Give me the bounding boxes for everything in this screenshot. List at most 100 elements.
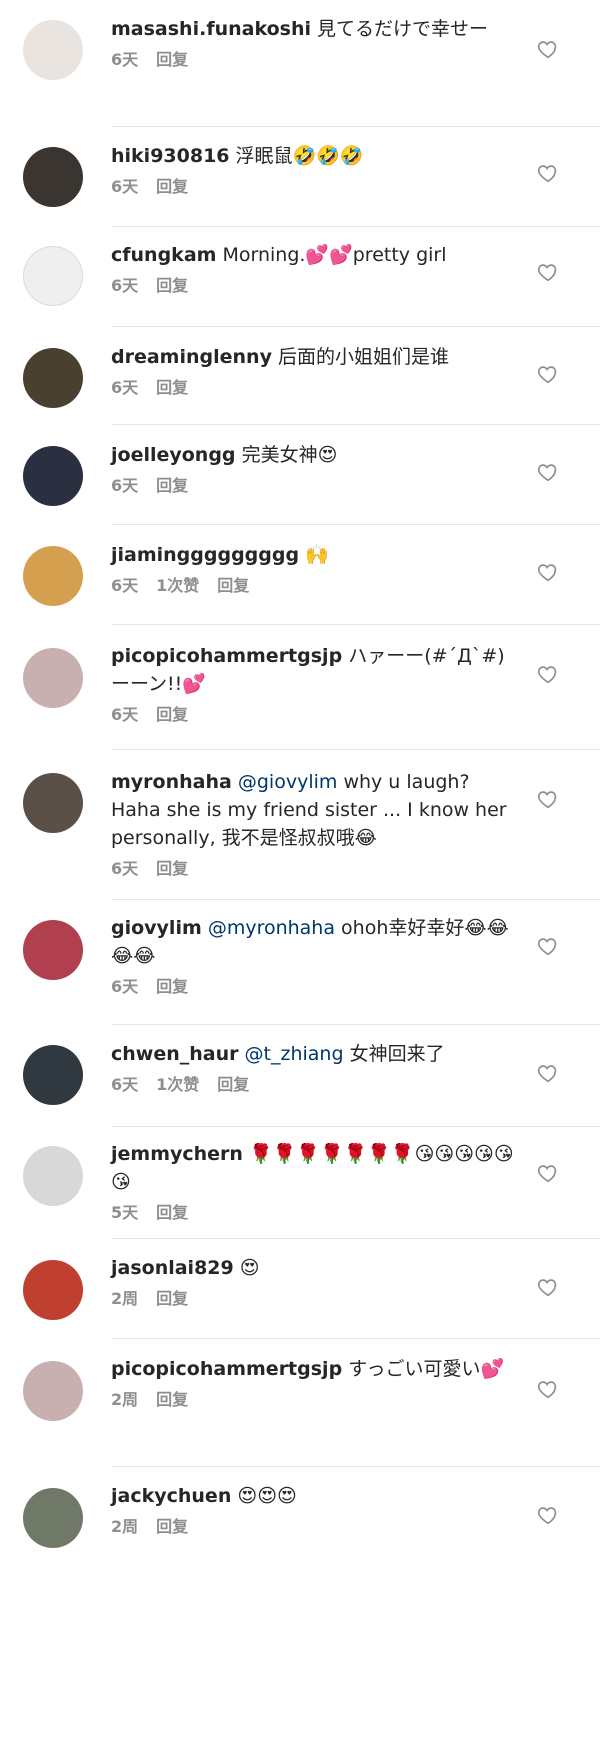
comment-text: 見てるだけで幸せー xyxy=(310,18,489,40)
comment-like-count[interactable]: 1次赞 xyxy=(156,576,199,595)
comment-meta: 6天 回复 xyxy=(111,377,521,399)
like-heart-icon[interactable] xyxy=(537,663,559,685)
avatar[interactable] xyxy=(23,546,83,606)
comment-mention[interactable]: @giovylim xyxy=(238,771,338,793)
like-heart-icon[interactable] xyxy=(537,38,559,60)
comment-username[interactable]: jackychuen xyxy=(111,1485,231,1507)
comment-username[interactable]: jemmychern xyxy=(111,1143,243,1165)
reply-button[interactable]: 回复 xyxy=(156,1289,188,1308)
comment-username[interactable]: picopicohammertgsjp xyxy=(111,1358,342,1380)
comment-username[interactable]: masashi.funakoshi xyxy=(111,18,311,40)
comment-time: 5天 xyxy=(111,1203,139,1222)
reply-button[interactable]: 回复 xyxy=(217,576,249,595)
like-heart-icon[interactable] xyxy=(537,561,559,583)
reply-button[interactable]: 回复 xyxy=(156,1203,188,1222)
comment-body: chwen_haur @t_zhiang 女神回来了 6天 1次赞 回复 xyxy=(111,1040,521,1096)
comment-username[interactable]: picopicohammertgsjp xyxy=(111,645,342,667)
reply-button[interactable]: 回复 xyxy=(156,50,188,69)
comment-time: 2周 xyxy=(111,1390,139,1409)
avatar[interactable] xyxy=(23,147,83,207)
comment-text: 😍 xyxy=(233,1257,260,1279)
reply-button[interactable]: 回复 xyxy=(156,705,188,724)
comment-text-line: jackychuen 😍😍😍 xyxy=(111,1482,521,1510)
comment-text-line: jiaminggggggggg 🙌 xyxy=(111,541,521,569)
like-heart-icon[interactable] xyxy=(537,1062,559,1084)
like-heart-icon[interactable] xyxy=(537,788,559,810)
comment-username[interactable]: myronhaha xyxy=(111,771,232,793)
avatar[interactable] xyxy=(23,1361,83,1421)
comment-meta: 6天 1次赞 回复 xyxy=(111,1074,521,1096)
comment-body: masashi.funakoshi 見てるだけで幸せー 6天 回复 xyxy=(111,15,521,71)
avatar[interactable] xyxy=(23,1045,83,1105)
comment-text-line: picopicohammertgsjp ハァーー(#´Д`#)ーーン!!💕 xyxy=(111,642,521,698)
comment-time: 6天 xyxy=(111,859,139,878)
like-heart-icon[interactable] xyxy=(537,1162,559,1184)
reply-button[interactable]: 回复 xyxy=(156,1517,188,1536)
reply-button[interactable]: 回复 xyxy=(156,177,188,196)
comment-username[interactable]: dreaminglenny xyxy=(111,346,272,368)
avatar[interactable] xyxy=(23,446,83,506)
reply-button[interactable]: 回复 xyxy=(156,1390,188,1409)
avatar[interactable] xyxy=(23,1260,83,1320)
reply-button[interactable]: 回复 xyxy=(156,276,188,295)
like-heart-icon[interactable] xyxy=(537,935,559,957)
reply-button[interactable]: 回复 xyxy=(156,476,188,495)
comment-username[interactable]: giovylim xyxy=(111,917,202,939)
like-heart-icon[interactable] xyxy=(537,162,559,184)
comment-username[interactable]: joelleyongg xyxy=(111,444,236,466)
comment-username[interactable]: jasonlai829 xyxy=(111,1257,234,1279)
like-heart-icon[interactable] xyxy=(537,1504,559,1526)
comment-meta: 6天 回复 xyxy=(111,176,521,198)
comment-text-line: picopicohammertgsjp すっごい可愛い💕 xyxy=(111,1355,521,1383)
avatar[interactable] xyxy=(23,648,83,708)
like-heart-icon[interactable] xyxy=(537,461,559,483)
comment-separator xyxy=(112,1024,600,1025)
reply-button[interactable]: 回复 xyxy=(156,378,188,397)
like-heart-icon[interactable] xyxy=(537,363,559,385)
comment-time: 6天 xyxy=(111,705,139,724)
comment-mention[interactable]: @myronhaha xyxy=(208,917,335,939)
avatar[interactable] xyxy=(23,20,83,80)
comment-time: 6天 xyxy=(111,378,139,397)
avatar[interactable] xyxy=(23,1488,83,1548)
comment-username[interactable]: cfungkam xyxy=(111,244,216,266)
comment-separator xyxy=(112,1338,600,1339)
comment-time: 6天 xyxy=(111,1075,139,1094)
avatar[interactable] xyxy=(23,246,83,306)
reply-button[interactable]: 回复 xyxy=(156,977,188,996)
comment-mention[interactable]: @t_zhiang xyxy=(245,1043,344,1065)
comment-text-line: masashi.funakoshi 見てるだけで幸せー xyxy=(111,15,521,43)
comment-username[interactable]: hiki930816 xyxy=(111,145,230,167)
comment-text: すっごい可愛い💕 xyxy=(342,1358,505,1380)
comment-text: 浮眠鼠🤣🤣🤣 xyxy=(229,145,364,167)
comment-body: picopicohammertgsjp すっごい可愛い💕 2周 回复 xyxy=(111,1355,521,1411)
like-heart-icon[interactable] xyxy=(537,261,559,283)
like-heart-icon[interactable] xyxy=(537,1378,559,1400)
comment-separator xyxy=(112,424,600,425)
comment-body: joelleyongg 完美女神😍 6天 回复 xyxy=(111,441,521,497)
reply-button[interactable]: 回复 xyxy=(156,859,188,878)
comment-meta: 6天 1次赞 回复 xyxy=(111,575,521,597)
comment-text: 后面的小姐姐们是谁 xyxy=(271,346,449,368)
avatar[interactable] xyxy=(23,348,83,408)
comment-time: 6天 xyxy=(111,476,139,495)
comment-time: 6天 xyxy=(111,50,139,69)
avatar[interactable] xyxy=(23,920,83,980)
comment-time: 6天 xyxy=(111,276,139,295)
comment-separator xyxy=(112,1126,600,1127)
comment-separator xyxy=(112,524,600,525)
like-heart-icon[interactable] xyxy=(537,1276,559,1298)
avatar[interactable] xyxy=(23,773,83,833)
comment-meta: 6天 回复 xyxy=(111,475,521,497)
comment-username[interactable]: chwen_haur xyxy=(111,1043,239,1065)
comment-username[interactable]: jiaminggggggggg xyxy=(111,544,299,566)
comment-time: 2周 xyxy=(111,1289,139,1308)
comment-text-line: jemmychern 🌹🌹🌹🌹🌹🌹🌹😘😘😘😘😘😘 xyxy=(111,1140,521,1196)
comment-like-count[interactable]: 1次赞 xyxy=(156,1075,199,1094)
comment-body: giovylim @myronhaha ohoh幸好幸好😂😂😂😂 6天 回复 xyxy=(111,914,521,998)
avatar[interactable] xyxy=(23,1146,83,1206)
comment-text-line: giovylim @myronhaha ohoh幸好幸好😂😂😂😂 xyxy=(111,914,521,970)
reply-button[interactable]: 回复 xyxy=(217,1075,249,1094)
comment-meta: 5天 回复 xyxy=(111,1202,521,1224)
comment-text: 女神回来了 xyxy=(343,1043,445,1065)
